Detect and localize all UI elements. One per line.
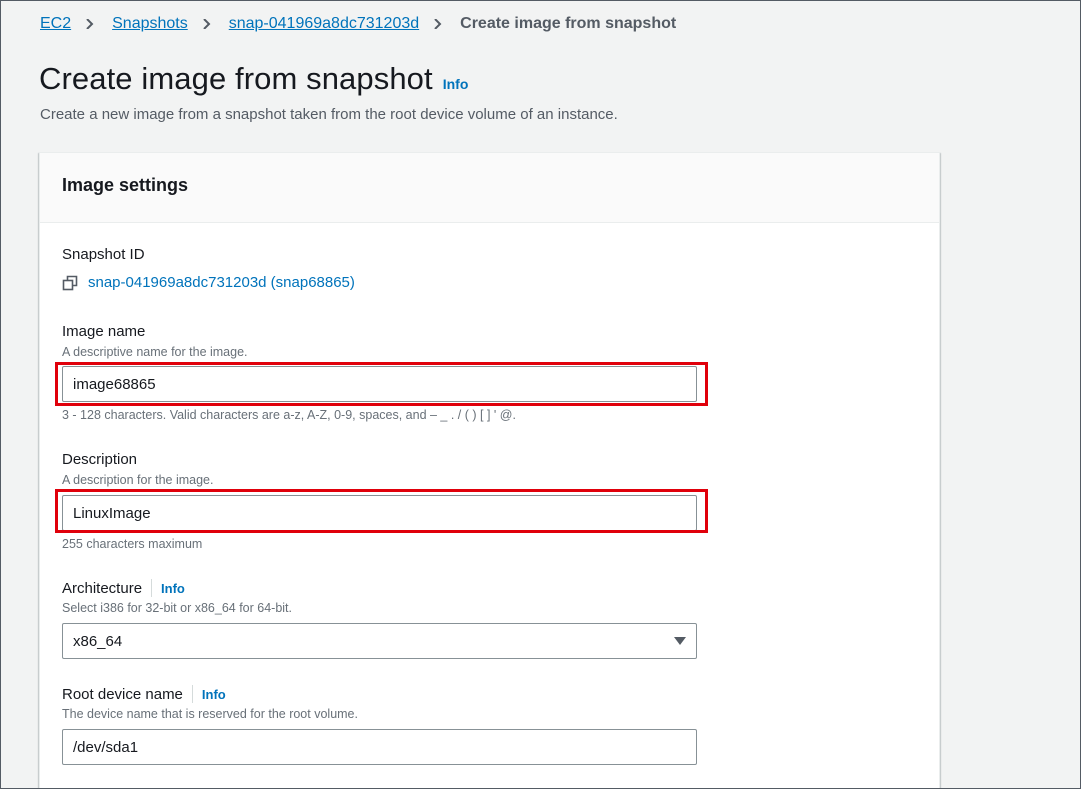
- snapshot-id-value[interactable]: snap-041969a8dc731203d (snap68865): [88, 274, 355, 291]
- image-settings-panel: Image settings Snapshot ID snap-041969a8…: [39, 152, 940, 789]
- root-device-info-link[interactable]: Info: [202, 687, 226, 702]
- description-hint: A description for the image.: [62, 473, 214, 487]
- chevron-right-icon: [86, 19, 94, 29]
- breadcrumb-ec2[interactable]: EC2: [40, 15, 71, 33]
- snapshot-id-label: Snapshot ID: [62, 246, 145, 263]
- breadcrumb: EC2 Snapshots snap-041969a8dc731203d Cre…: [40, 13, 676, 35]
- description-constraint: 255 characters maximum: [62, 537, 203, 551]
- description-label: Description: [62, 451, 138, 468]
- image-name-hint: A descriptive name for the image.: [62, 345, 248, 359]
- root-device-label-group: Root device name Info: [62, 685, 226, 703]
- root-device-hint: The device name that is reserved for the…: [62, 707, 358, 721]
- root-device-label: Root device name: [62, 685, 183, 703]
- panel-header: Image settings: [40, 153, 939, 223]
- architecture-select[interactable]: x86_64: [62, 623, 697, 659]
- divider: [151, 579, 153, 597]
- root-device-input[interactable]: [62, 729, 697, 765]
- copy-icon[interactable]: [62, 275, 78, 291]
- image-name-constraint: 3 - 128 characters. Valid characters are…: [62, 408, 516, 422]
- breadcrumb-current: Create image from snapshot: [460, 15, 677, 32]
- image-name-label: Image name: [62, 323, 146, 340]
- page-header: Create image from snapshot Info: [39, 61, 468, 97]
- architecture-selected-value: x86_64: [73, 632, 123, 650]
- architecture-info-link[interactable]: Info: [161, 581, 185, 596]
- caret-down-icon: [674, 637, 686, 645]
- breadcrumb-snapshot-id[interactable]: snap-041969a8dc731203d: [229, 15, 419, 33]
- image-name-input[interactable]: [62, 366, 697, 402]
- architecture-label-group: Architecture Info: [62, 579, 185, 597]
- divider: [191, 685, 193, 703]
- panel-title: Image settings: [62, 175, 189, 195]
- page-description: Create a new image from a snapshot taken…: [40, 106, 618, 123]
- chevron-right-icon: [434, 19, 442, 29]
- breadcrumb-snapshots[interactable]: Snapshots: [112, 15, 188, 33]
- architecture-label: Architecture: [62, 579, 143, 597]
- page-info-link[interactable]: Info: [443, 76, 469, 92]
- chevron-right-icon: [203, 19, 211, 29]
- snapshot-id-link[interactable]: snap-041969a8dc731203d (snap68865): [62, 274, 355, 291]
- page-title: Create image from snapshot: [39, 61, 433, 96]
- description-input[interactable]: [62, 495, 697, 531]
- architecture-hint: Select i386 for 32-bit or x86_64 for 64-…: [62, 601, 292, 615]
